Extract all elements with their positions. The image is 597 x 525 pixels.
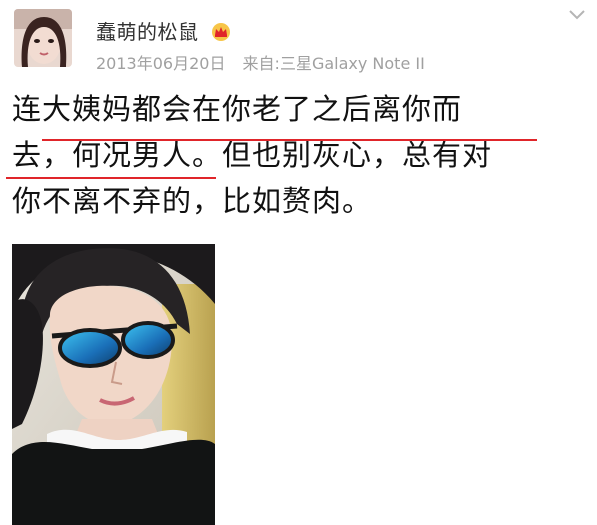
avatar-image: [14, 9, 72, 67]
avatar[interactable]: [14, 9, 72, 67]
username[interactable]: 蠢萌的松鼠: [96, 20, 199, 44]
username-row: 蠢萌的松鼠: [96, 16, 231, 46]
selfie-photo: [12, 244, 215, 525]
post-text-line-1: 连大姨妈都会在你老了之后离你而: [12, 92, 463, 126]
post-meta: 2013年06月20日 来自:三星Galaxy Note II: [96, 50, 425, 74]
post-image[interactable]: [12, 244, 215, 525]
post-text: 连大姨妈都会在你老了之后离你而 去，何况男人。但也别灰心，总有对 你不离不弃的，…: [12, 86, 572, 224]
highlight-underline: [6, 177, 216, 179]
post-source[interactable]: 来自:三星Galaxy Note II: [243, 54, 425, 73]
post-text-line-3: 你不离不弃的，比如赘肉。: [12, 184, 373, 218]
chevron-down-icon[interactable]: [567, 6, 587, 20]
crown-icon: [211, 22, 231, 46]
highlight-underline: [42, 139, 537, 141]
weibo-post: 蠢萌的松鼠 2013年06月20日 来自:三星Galaxy Note II 连大…: [0, 0, 597, 525]
post-date: 2013年06月20日: [96, 54, 226, 73]
